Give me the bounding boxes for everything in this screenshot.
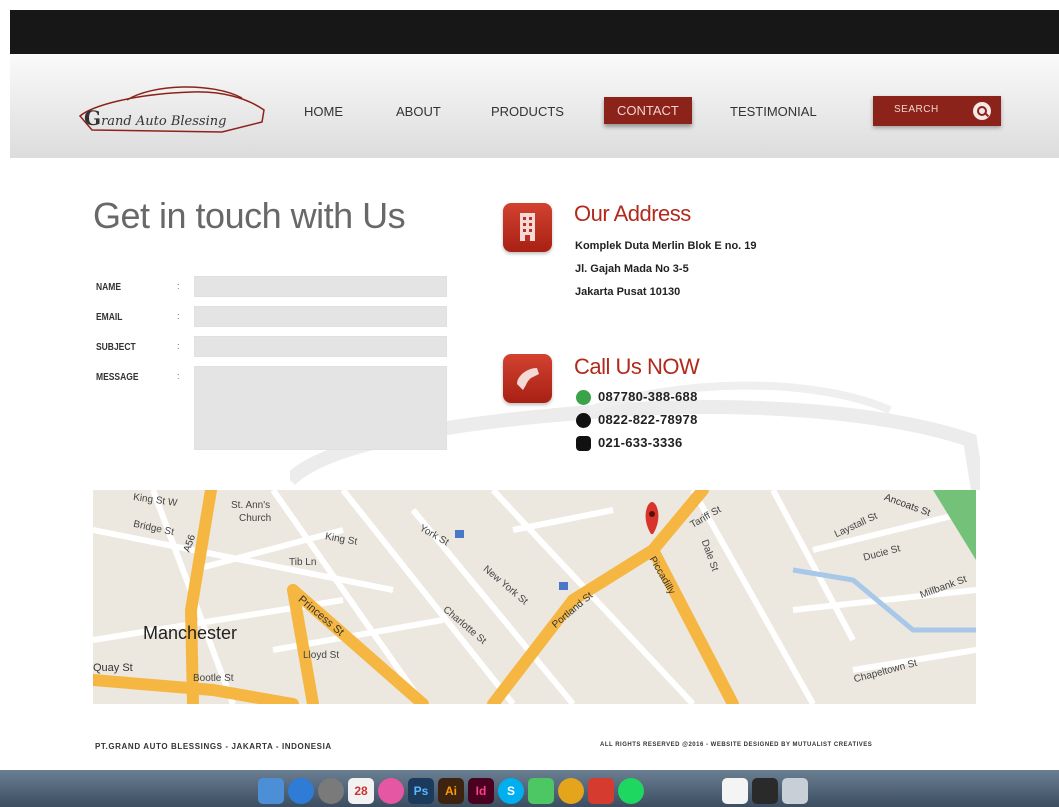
whatsapp-icon <box>576 390 591 405</box>
map-street-label: Quay St <box>93 662 133 674</box>
call-heading: Call Us NOW <box>574 354 700 379</box>
map-street-label: Tib Ln <box>289 557 317 568</box>
map-street-label: Church <box>239 513 272 524</box>
system-preferences-icon[interactable] <box>318 778 344 804</box>
line-icon[interactable] <box>528 778 554 804</box>
email-field[interactable] <box>194 306 447 327</box>
chrome-icon[interactable] <box>558 778 584 804</box>
telephone-icon <box>576 413 591 428</box>
footer-copyright: ALL RIGHTS RESERVED @2016 - WEBSITE DESI… <box>600 742 873 748</box>
nav-products[interactable]: PRODUCTS <box>491 104 564 119</box>
site-logo[interactable]: Grand Auto Blessing <box>72 76 272 136</box>
map-street-label: Bootle St <box>193 673 234 684</box>
name-field[interactable] <box>194 276 447 297</box>
phone-number-3: 021-633-3336 <box>598 435 683 450</box>
photoshop-icon[interactable]: Ps <box>408 778 434 804</box>
calendar-icon[interactable]: 28 <box>348 778 374 804</box>
address-line-1: Komplek Duta Merlin Blok E no. 19 <box>575 240 757 252</box>
map-street-label: St. Ann's <box>231 500 271 511</box>
name-label: NAME <box>96 282 122 293</box>
subject-label: SUBJECT <box>96 342 136 353</box>
phone-number-2: 0822-822-78978 <box>598 412 698 427</box>
nav-about[interactable]: ABOUT <box>396 104 441 119</box>
search-label: SEARCH <box>894 104 939 115</box>
nav-contact[interactable]: CONTACT <box>604 97 692 124</box>
location-map[interactable]: Manchester King St W St. Ann's Church Ki… <box>93 490 976 704</box>
trash-icon[interactable] <box>782 778 808 804</box>
search-button[interactable]: SEARCH <box>873 96 1001 126</box>
nav-testimonial[interactable]: TESTIMONIAL <box>730 104 817 119</box>
finder-icon[interactable] <box>258 778 284 804</box>
phone-number-1: 087780-388-688 <box>598 389 698 404</box>
safari-icon[interactable] <box>288 778 314 804</box>
building-icon <box>503 203 552 252</box>
email-colon: : <box>177 311 180 321</box>
phone-handset-icon <box>503 354 552 403</box>
itunes-icon[interactable] <box>378 778 404 804</box>
subject-field[interactable] <box>194 336 447 357</box>
message-colon: : <box>177 371 180 381</box>
mobile-phone-icon <box>576 436 591 451</box>
address-line-3: Jakarta Pusat 10130 <box>575 286 681 298</box>
logo-wordmark: Grand Auto Blessing <box>84 106 227 130</box>
skype-icon[interactable]: S <box>498 778 524 804</box>
page-title: Get in touch with Us <box>93 195 406 236</box>
wunderlist-icon[interactable] <box>588 778 614 804</box>
map-street-label: Lloyd St <box>303 650 340 661</box>
map-layer <box>93 490 976 704</box>
email-label: EMAIL <box>96 312 123 323</box>
top-black-bar <box>10 10 1059 54</box>
site-header: Grand Auto Blessing HOME ABOUT PRODUCTS … <box>10 54 1059 158</box>
message-label: MESSAGE <box>96 372 139 383</box>
name-colon: : <box>177 281 180 291</box>
footer-company: PT.GRAND AUTO BLESSINGS - JAKARTA - INDO… <box>95 742 332 751</box>
nav-home[interactable]: HOME <box>304 104 343 119</box>
document-icon[interactable] <box>722 778 748 804</box>
illustrator-icon[interactable]: Ai <box>438 778 464 804</box>
address-line-2: Jl. Gajah Mada No 3-5 <box>575 263 689 275</box>
spotify-icon[interactable] <box>618 778 644 804</box>
map-city-label: Manchester <box>143 623 238 643</box>
subject-colon: : <box>177 341 180 351</box>
address-heading: Our Address <box>574 201 691 226</box>
message-field[interactable] <box>194 366 447 450</box>
search-icon <box>973 102 991 120</box>
indesign-icon[interactable]: Id <box>468 778 494 804</box>
screen-icon[interactable] <box>752 778 778 804</box>
